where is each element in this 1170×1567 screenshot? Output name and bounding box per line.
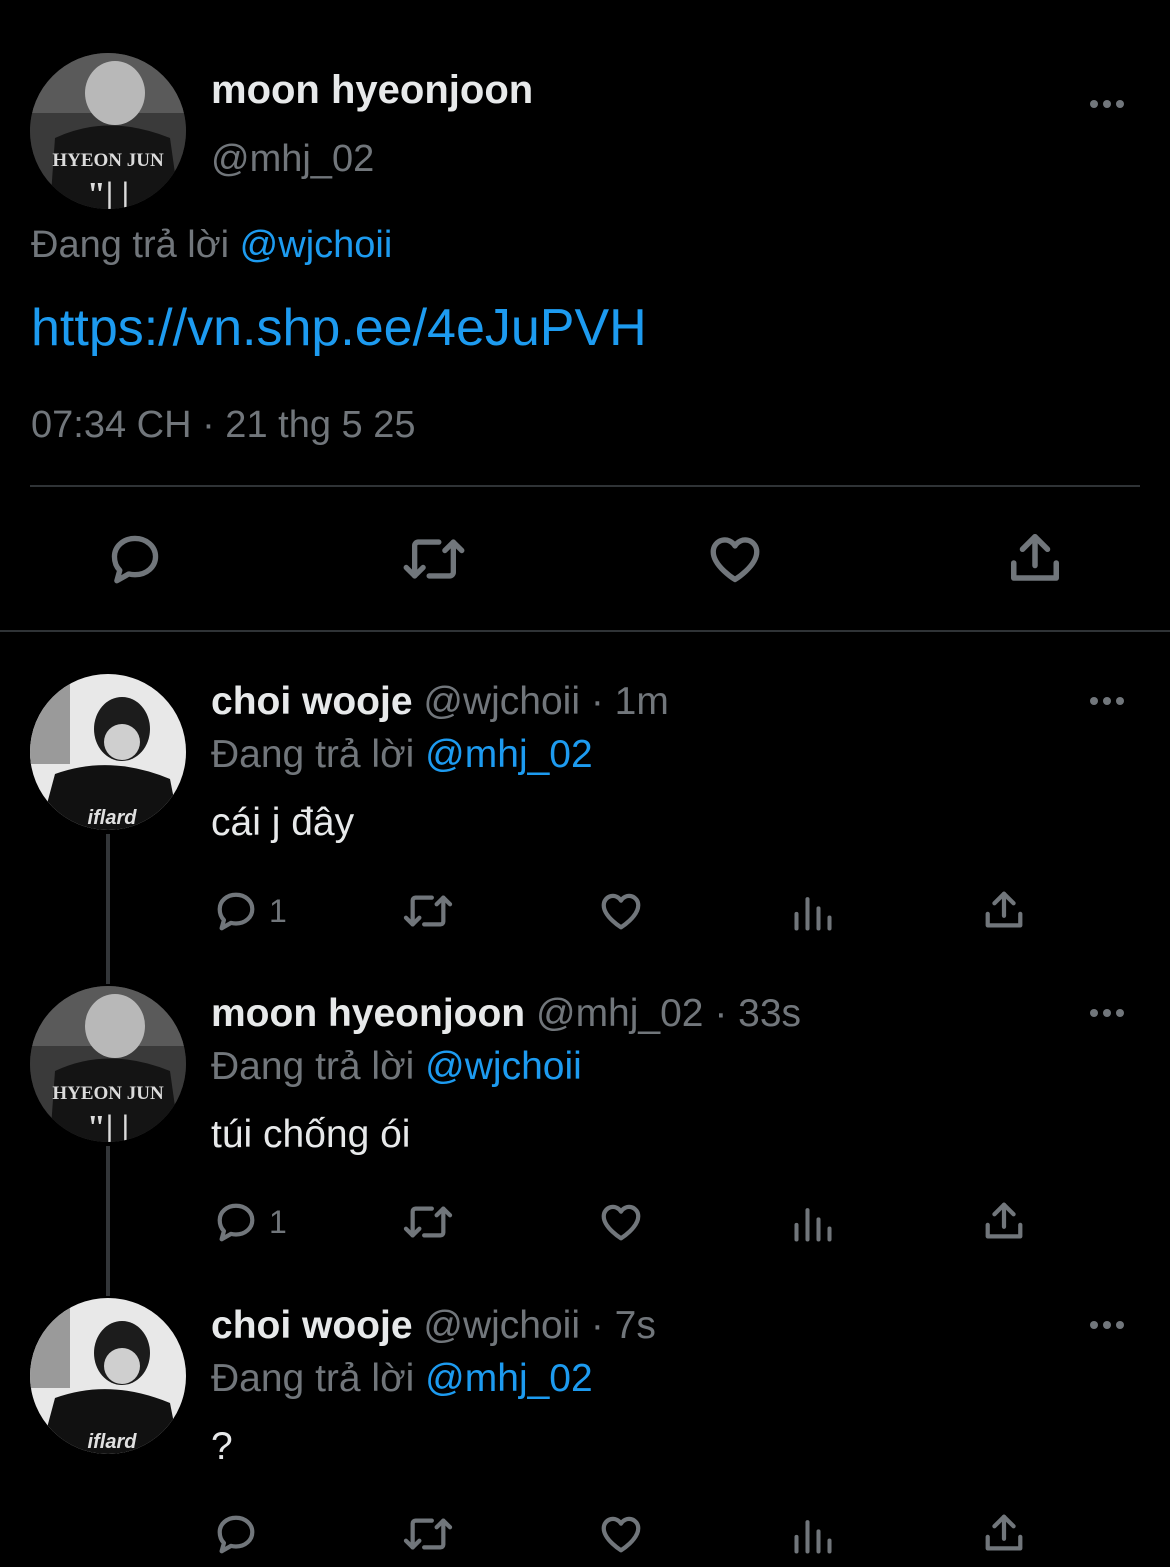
replying-to: Đang trả lời @mhj_02	[211, 1357, 593, 1401]
views-button[interactable]	[790, 890, 836, 934]
replying-label: Đang trả lời	[211, 1045, 415, 1088]
author-name[interactable]: choi wooje	[211, 1304, 413, 1347]
reply-button[interactable]: 1	[213, 888, 287, 934]
divider	[30, 485, 1140, 487]
heart-icon	[710, 537, 760, 583]
replying-label: Đang trả lời	[211, 1357, 415, 1400]
divider	[0, 630, 1170, 632]
share-button[interactable]	[1005, 528, 1065, 588]
heart-icon	[601, 893, 641, 930]
tweet-text: cái j đây	[211, 801, 355, 844]
reply-icon	[217, 1515, 255, 1554]
svg-text:iflard: iflard	[88, 807, 138, 829]
retweet-button[interactable]	[400, 530, 468, 588]
tweet-timestamp[interactable]: 07:34 CH · 21 thg 5 25	[31, 404, 415, 447]
more-icon[interactable]	[1087, 1318, 1127, 1332]
avatar-image: HYEON JUN "| |	[30, 53, 186, 209]
retweet-icon	[403, 895, 453, 927]
avatar[interactable]: iflard	[30, 674, 186, 830]
retweet-button[interactable]	[400, 1511, 456, 1557]
like-button[interactable]	[597, 1511, 645, 1557]
replying-to-link[interactable]: @wjchoii	[240, 224, 393, 266]
replying-label: Đang trả lời	[31, 224, 230, 266]
author-name[interactable]: choi wooje	[211, 680, 413, 723]
tweet-text: ?	[211, 1425, 233, 1468]
more-icon[interactable]	[1087, 694, 1127, 708]
replying-to: Đang trả lời @wjchoii	[31, 224, 392, 267]
reply-icon	[111, 535, 159, 584]
views-button[interactable]	[790, 1513, 836, 1557]
svg-text:iflard: iflard	[88, 1431, 138, 1453]
like-button[interactable]	[597, 1199, 645, 1245]
tweet-time[interactable]: · 33s	[714, 992, 801, 1035]
reply-button[interactable]: 1	[213, 1199, 287, 1245]
share-icon	[985, 891, 1023, 928]
share-icon	[985, 1514, 1023, 1551]
share-button[interactable]	[981, 886, 1027, 934]
reply-button[interactable]	[105, 530, 165, 588]
avatar-image: HYEON JUN "| |	[30, 986, 186, 1142]
tweet-link[interactable]: https://vn.shp.ee/4eJuPVH	[31, 298, 647, 358]
svg-text:"| |: "| |	[87, 176, 129, 209]
reply-count: 1	[269, 892, 287, 929]
tweet-time[interactable]: · 1m	[591, 680, 669, 723]
author-handle[interactable]: @wjchoii	[423, 680, 580, 723]
like-button[interactable]	[705, 530, 765, 588]
share-button[interactable]	[981, 1509, 1027, 1557]
reply-icon	[217, 1203, 255, 1242]
retweet-icon	[403, 1206, 453, 1238]
reply-count: 1	[269, 1203, 287, 1240]
views-icon	[794, 897, 832, 931]
heart-icon	[601, 1516, 641, 1553]
avatar[interactable]: iflard	[30, 1298, 186, 1454]
author-name[interactable]: moon hyeonjoon	[211, 992, 525, 1035]
author-name[interactable]: moon hyeonjoon	[211, 68, 533, 113]
retweet-button[interactable]	[400, 888, 456, 934]
more-icon[interactable]	[1087, 97, 1127, 111]
views-icon	[794, 1520, 832, 1554]
replying-label: Đang trả lời	[211, 733, 415, 776]
avatar-image: iflard	[30, 1298, 186, 1454]
views-button[interactable]	[790, 1201, 836, 1245]
svg-text:HYEON JUN: HYEON JUN	[52, 150, 164, 171]
retweet-button[interactable]	[400, 1199, 456, 1245]
like-button[interactable]	[597, 888, 645, 934]
thread-line	[106, 834, 110, 984]
svg-text:"| |: "| |	[87, 1109, 129, 1142]
tweet-text: túi chống ói	[211, 1113, 411, 1156]
avatar[interactable]: HYEON JUN "| |	[30, 986, 186, 1142]
views-icon	[794, 1208, 832, 1242]
reply-button[interactable]	[213, 1511, 259, 1557]
author-handle[interactable]: @mhj_02	[211, 138, 374, 181]
tweet-time[interactable]: · 7s	[591, 1304, 656, 1347]
retweet-icon	[403, 1518, 453, 1550]
avatar-image: iflard	[30, 674, 186, 830]
replying-to-link[interactable]: @mhj_02	[425, 733, 593, 776]
reply-icon	[217, 892, 255, 931]
replying-to: Đang trả lời @wjchoii	[211, 1045, 582, 1089]
heart-icon	[601, 1204, 641, 1241]
replying-to-link[interactable]: @wjchoii	[425, 1045, 582, 1088]
share-icon	[1011, 534, 1059, 581]
author-handle[interactable]: @wjchoii	[423, 1304, 580, 1347]
replying-to: Đang trả lời @mhj_02	[211, 733, 593, 777]
share-button[interactable]	[981, 1197, 1027, 1245]
author-handle[interactable]: @mhj_02	[536, 992, 704, 1035]
share-icon	[985, 1202, 1023, 1239]
retweet-icon	[403, 539, 465, 579]
avatar[interactable]: HYEON JUN "| |	[30, 53, 186, 209]
svg-text:HYEON JUN: HYEON JUN	[52, 1083, 164, 1104]
thread-line	[106, 1146, 110, 1296]
more-icon[interactable]	[1087, 1006, 1127, 1020]
replying-to-link[interactable]: @mhj_02	[425, 1357, 593, 1400]
